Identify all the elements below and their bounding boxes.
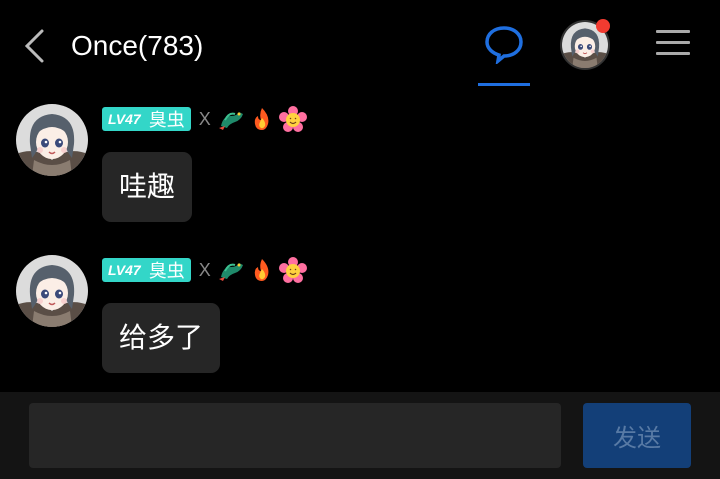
fire-icon — [248, 106, 276, 132]
sender-info: LV47 臭虫 X — [102, 257, 310, 283]
separator-text: X — [198, 108, 211, 129]
avatar[interactable] — [16, 104, 88, 176]
avatar[interactable] — [16, 255, 88, 327]
send-button[interactable]: 发送 — [583, 403, 691, 468]
sender-nickname: 臭虫 — [148, 261, 185, 282]
page-title: Once(783) — [71, 30, 204, 61]
sender-info: LV47 臭虫 X — [102, 106, 310, 132]
level-label: LV47 — [108, 111, 141, 127]
fire-icon — [248, 257, 276, 283]
menu-button[interactable] — [656, 30, 690, 60]
message-bubble[interactable]: 给多了 — [102, 303, 221, 373]
level-label: LV47 — [108, 262, 141, 278]
sender-nickname: 臭虫 — [148, 110, 185, 131]
notification-dot — [596, 19, 610, 33]
separator-text: X — [198, 259, 211, 280]
chat-bubble-icon — [485, 26, 523, 64]
dragon-icon — [217, 106, 245, 132]
chevron-left-icon — [24, 29, 44, 63]
level-badge[interactable]: LV47 臭虫 — [102, 258, 191, 282]
chat-header: Once(783) — [0, 0, 720, 92]
tab-chat[interactable] — [478, 22, 530, 86]
menu-line — [656, 41, 690, 44]
message-input[interactable] — [29, 403, 561, 468]
message-input-bar: 发送 — [0, 392, 720, 479]
menu-line — [656, 30, 690, 33]
tab-active-indicator — [478, 83, 530, 86]
flower-face-icon — [279, 106, 307, 132]
dragon-icon — [217, 257, 245, 283]
back-button[interactable] — [22, 28, 48, 64]
level-badge[interactable]: LV47 臭虫 — [102, 107, 191, 131]
flower-face-icon — [279, 257, 307, 283]
menu-line — [656, 52, 690, 55]
message-bubble[interactable]: 哇趣 — [102, 152, 193, 222]
